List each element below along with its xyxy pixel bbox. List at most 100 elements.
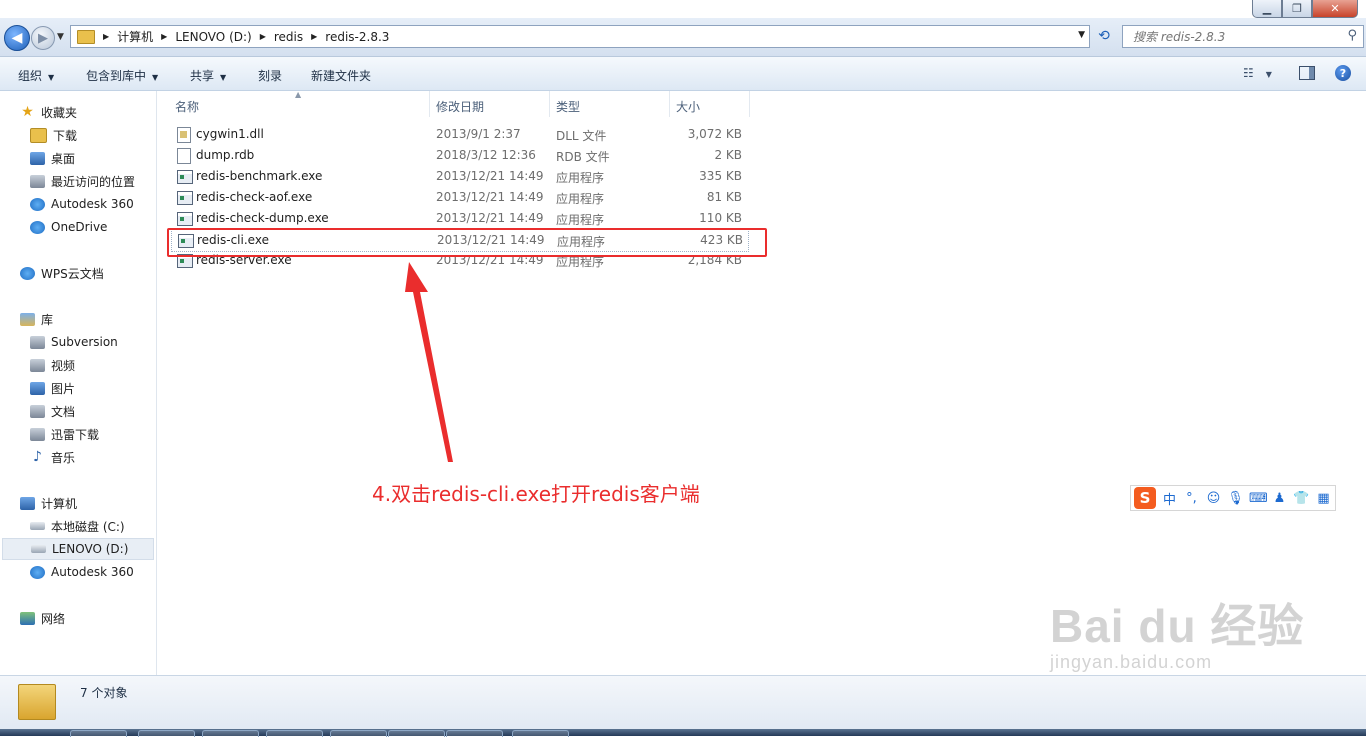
breadcrumb-redis[interactable]: redis [274,30,303,44]
sidebar-item-local-disk-c[interactable]: 本地磁盘 (C:) [30,516,125,536]
burn-button[interactable]: 刻录 [258,67,282,84]
column-divider[interactable] [669,91,670,117]
document-icon [30,404,45,418]
file-type: DLL 文件 [556,129,607,143]
sidebar-item-label: Autodesk 360 [51,565,134,579]
breadcrumb-drive[interactable]: LENOVO (D:) [175,30,251,44]
share-button[interactable]: 共享 ▼ [190,67,226,84]
sidebar-item-thunder-downloads[interactable]: 迅雷下载 [30,424,99,444]
sidebar-item-label: 网络 [41,611,66,626]
picture-icon [30,381,45,395]
column-divider[interactable] [749,91,750,117]
ime-mode-toggle[interactable]: 中 [1161,489,1178,508]
maximize-button[interactable]: ❐ [1282,0,1312,18]
close-button[interactable]: ✕ [1312,0,1358,18]
file-row[interactable]: redis-check-aof.exe 2013/12/21 14:49 应用程… [171,187,747,208]
sidebar-item-label: 库 [41,312,54,327]
organize-label: 组织 [18,69,43,83]
address-dropdown-icon[interactable]: ▼ [1078,30,1085,40]
new-folder-button[interactable]: 新建文件夹 [311,67,371,84]
sidebar-item-label: 图片 [51,381,76,396]
sidebar-item-label: 本地磁盘 (C:) [51,519,125,534]
watermark-logo: Bai du 经验 [1050,600,1305,652]
search-input[interactable] [1131,28,1345,45]
include-library-button[interactable]: 包含到库中 ▼ [86,67,158,84]
column-header-name[interactable]: 名称 [175,98,199,115]
downloads-folder-icon [30,127,47,143]
view-options-button[interactable]: ☷ ▼ [1243,66,1272,80]
file-size: 2 KB [714,148,742,162]
breadcrumb-redis-version[interactable]: redis-2.8.3 [325,30,389,44]
file-date: 2013/12/21 14:49 [436,211,544,225]
file-size: 81 KB [706,190,742,204]
column-divider[interactable] [549,91,550,117]
column-divider[interactable] [429,91,430,117]
file-row[interactable]: cygwin1.dll 2013/9/1 2:37 DLL 文件 3,072 K… [171,124,747,145]
sidebar-item-subversion[interactable]: Subversion [30,332,118,352]
refresh-button[interactable]: ⟲ [1094,25,1114,46]
sidebar-item-music[interactable]: ♪ 音乐 [30,447,75,467]
file-row[interactable]: redis-check-dump.exe 2013/12/21 14:49 应用… [171,208,747,229]
sidebar-item-documents[interactable]: 文档 [30,401,75,421]
grid-menu-icon[interactable]: ▦ [1315,491,1332,506]
sidebar-item-network[interactable]: 网络 [20,608,65,628]
file-date: 2013/9/1 2:37 [436,127,521,141]
caret-down-icon: ▼ [1265,70,1272,79]
computer-icon [20,496,35,510]
dll-file-icon [177,127,191,143]
help-icon: ? [1339,66,1347,80]
file-row[interactable]: redis-benchmark.exe 2013/12/21 14:49 应用程… [171,166,747,187]
sidebar-item-label: Subversion [51,335,118,349]
chevron-right-icon[interactable]: ▶ [311,32,317,41]
search-icon[interactable]: ⚲ [1347,28,1357,43]
sidebar-item-autodesk360-computer[interactable]: Autodesk 360 [30,562,134,582]
smiley-icon[interactable]: ☺ [1205,491,1222,506]
sidebar-item-lenovo-d[interactable]: LENOVO (D:) [2,538,154,560]
file-size: 110 KB [699,211,742,225]
network-icon [20,611,35,625]
chevron-right-icon[interactable]: ▶ [103,32,109,41]
search-box[interactable]: ⚲ [1122,25,1364,48]
sidebar-item-label: 最近访问的位置 [51,174,136,189]
sidebar-item-videos[interactable]: 视频 [30,355,75,375]
sogou-logo-icon[interactable]: S [1134,487,1156,509]
music-note-icon: ♪ [33,449,42,465]
breadcrumb-computer[interactable]: 计算机 [117,28,153,45]
minimize-button[interactable]: ▁ [1252,0,1282,18]
sidebar-item-desktop[interactable]: 桌面 [30,148,75,168]
sidebar-item-autodesk360-favorite[interactable]: Autodesk 360 [30,194,134,214]
sidebar-item-onedrive[interactable]: OneDrive [30,217,107,237]
column-header-type[interactable]: 类型 [556,98,580,115]
sidebar-item-recent[interactable]: 最近访问的位置 [30,171,135,191]
address-row: ◀ ▶ ▼ ▶ 计算机 ▶ LENOVO (D:) ▶ redis ▶ redi… [0,18,1366,57]
file-size: 3,072 KB [687,127,742,141]
column-header-modified[interactable]: 修改日期 [436,98,484,115]
recent-places-icon [30,174,45,188]
command-toolbar: 组织 ▼ 包含到库中 ▼ 共享 ▼ 刻录 新建文件夹 ☷ ▼ ? [0,57,1366,91]
back-button[interactable]: ◀ [4,25,30,51]
user-icon[interactable]: ♟ [1271,491,1288,506]
skin-shirt-icon[interactable]: 👕 [1293,491,1310,506]
sidebar-item-wps-cloud[interactable]: WPS云文档 [20,263,104,283]
file-row[interactable]: dump.rdb 2018/3/12 12:36 RDB 文件 2 KB [171,145,747,166]
sidebar-item-favorites[interactable]: ★ 收藏夹 [20,102,77,122]
chevron-right-icon[interactable]: ▶ [260,32,266,41]
organize-button[interactable]: 组织 ▼ [18,67,54,84]
microphone-icon[interactable]: 🎙 [1227,491,1244,506]
file-type: 应用程序 [556,192,605,206]
keyboard-icon[interactable]: ⌨ [1249,491,1268,506]
help-button[interactable]: ? [1335,65,1351,81]
preview-pane-button[interactable] [1299,66,1315,80]
recent-pages-dropdown[interactable]: ▼ [57,32,64,42]
sidebar-item-pictures[interactable]: 图片 [30,378,75,398]
forward-button[interactable]: ▶ [31,26,55,50]
sidebar-item-libraries[interactable]: 库 [20,309,53,329]
sidebar-item-label: 计算机 [41,496,78,511]
sidebar-item-label: OneDrive [51,220,108,234]
ime-punctuation-toggle[interactable]: °, [1183,491,1200,506]
column-header-size[interactable]: 大小 [676,98,700,115]
address-bar[interactable]: ▶ 计算机 ▶ LENOVO (D:) ▶ redis ▶ redis-2.8.… [70,25,1090,48]
chevron-right-icon[interactable]: ▶ [161,32,167,41]
sidebar-item-downloads[interactable]: 下载 [30,125,77,145]
sidebar-item-computer[interactable]: 计算机 [20,493,77,513]
